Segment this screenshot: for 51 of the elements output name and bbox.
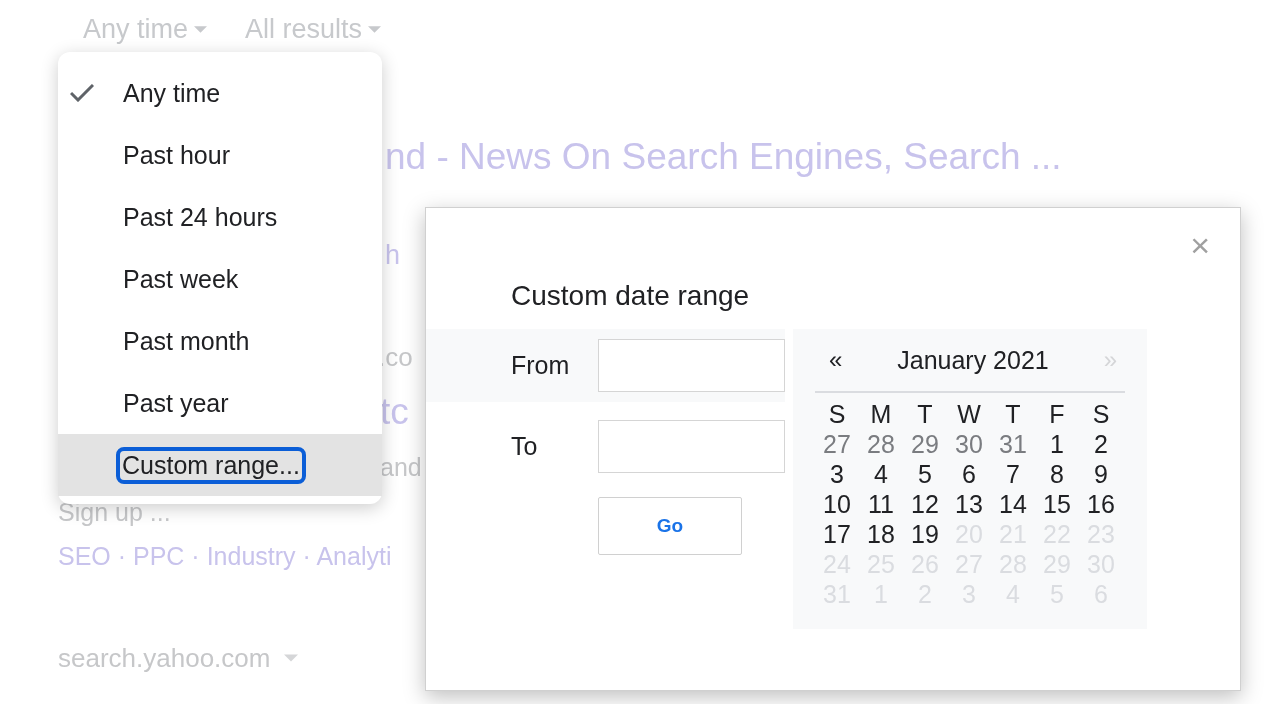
weekday-label: T (1004, 399, 1022, 429)
calendar-day[interactable]: 9 (1079, 459, 1123, 489)
dialog-title: Custom date range (511, 280, 751, 312)
menu-item[interactable]: Past year (58, 372, 382, 434)
calendar-day[interactable]: 6 (947, 459, 991, 489)
weekday-label: M (869, 399, 893, 429)
menu-item[interactable]: Past week (58, 248, 382, 310)
caret-icon[interactable] (194, 26, 208, 33)
calendar-day[interactable]: 11 (859, 489, 903, 519)
calendar-day[interactable]: 28 (859, 429, 903, 459)
calendar-day[interactable]: 7 (991, 459, 1035, 489)
weekday-label: S (1091, 399, 1111, 429)
weekday-label: W (956, 399, 982, 429)
result-snippet: Sign up ... (58, 497, 171, 527)
calendar-day[interactable]: 3 (815, 459, 859, 489)
calendar-day[interactable]: 10 (815, 489, 859, 519)
calendar-day[interactable]: 29 (903, 429, 947, 459)
calendar-day[interactable]: 5 (903, 459, 947, 489)
calendar-day[interactable]: 19 (903, 519, 947, 549)
from-field[interactable] (598, 339, 785, 392)
menu-item[interactable]: Any time (58, 62, 382, 124)
month-title: January 2021 (897, 345, 1049, 375)
calendar-day[interactable]: 15 (1035, 489, 1079, 519)
weekday-label: S (827, 399, 847, 429)
result-snippet: and (380, 452, 422, 482)
menu-item[interactable]: Past hour (58, 124, 382, 186)
previous-month-button[interactable]: « (829, 346, 843, 374)
calendar-day[interactable]: 18 (859, 519, 903, 549)
calendar-day[interactable]: 13 (947, 489, 991, 519)
calendar-day[interactable]: 8 (1035, 459, 1079, 489)
calendar-day[interactable]: 14 (991, 489, 1035, 519)
caret-icon[interactable] (284, 654, 299, 662)
to-field[interactable] (598, 420, 785, 473)
calendar-day[interactable]: 12 (903, 489, 947, 519)
calendar-day[interactable]: 16 (1079, 489, 1123, 519)
calendar-day[interactable]: 17 (815, 519, 859, 549)
weekday-label: F (1048, 399, 1066, 429)
menu-item[interactable]: Past 24 hours (58, 186, 382, 248)
to-label: To (511, 432, 539, 461)
calendar-day[interactable]: 27 (815, 429, 859, 459)
from-label: From (511, 351, 571, 380)
menu-item[interactable]: Custom range... (58, 434, 382, 496)
go-button[interactable]: Go (598, 497, 742, 555)
check-icon (70, 84, 94, 102)
caret-icon[interactable] (368, 26, 382, 33)
calendar-day[interactable]: 30 (947, 429, 991, 459)
calendar-day[interactable]: 2 (1079, 429, 1123, 459)
calendar-day[interactable]: 31 (991, 429, 1035, 459)
calendar-day[interactable]: 4 (859, 459, 903, 489)
calendar-day[interactable]: 1 (1035, 429, 1079, 459)
weekday-label: T (916, 399, 934, 429)
